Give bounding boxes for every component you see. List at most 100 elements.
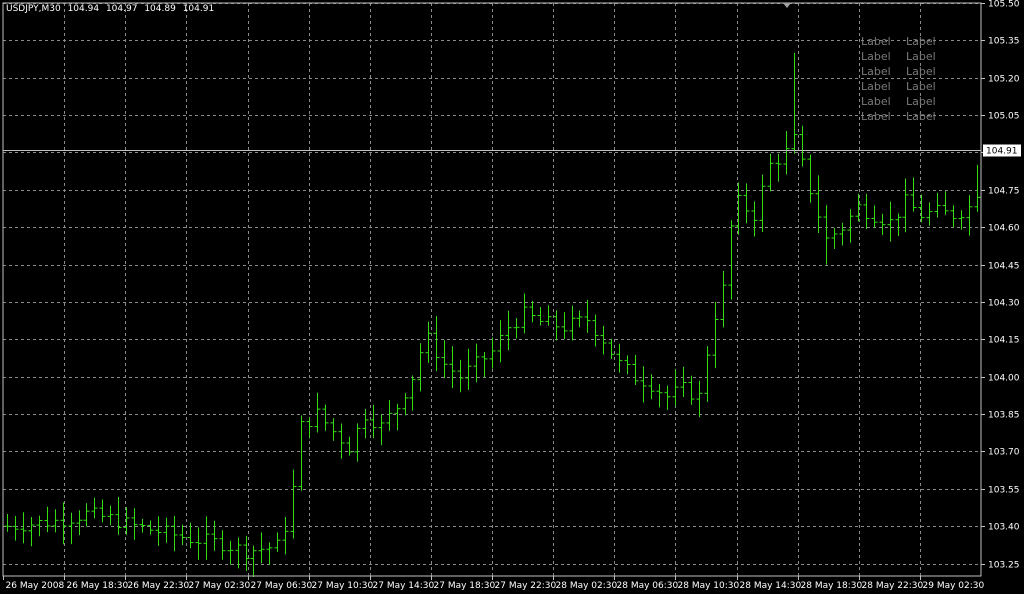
ohlc-bar: [839, 222, 846, 246]
ohlc-bar: [298, 415, 305, 491]
ohlc-bar: [831, 227, 838, 249]
ohlc-bar: [465, 348, 472, 390]
ohlc-bar: [561, 312, 568, 340]
ohlc-bar: [473, 343, 480, 383]
ohlc-bar: [417, 343, 424, 392]
ohlc-bar: [521, 293, 528, 334]
price-tick-label: 103.70: [988, 448, 1020, 458]
price-tick-label: 105.50: [988, 0, 1020, 10]
ohlc-bar: [815, 175, 822, 233]
ohlc-bar: [847, 209, 854, 243]
price-tick-label: 104.75: [988, 187, 1020, 197]
ohlc-bar: [139, 518, 146, 533]
ohlc-bar: [720, 270, 727, 328]
label-text: Label: [906, 65, 936, 78]
ohlc-bar: [902, 178, 909, 233]
ohlc-bar: [187, 522, 194, 549]
ohlc-bar: [306, 417, 313, 439]
ohlc-bar: [974, 164, 981, 212]
ohlc-bar: [799, 125, 806, 167]
ohlc-bar: [807, 154, 814, 203]
ohlc-bar: [481, 352, 488, 378]
chart-shift-marker[interactable]: [783, 3, 791, 8]
ohlc-bar: [394, 403, 401, 431]
ohlc-bar: [227, 540, 234, 565]
open-value: 104.94: [67, 4, 100, 14]
time-tick-label: 27 May 22:30: [495, 581, 557, 591]
price-tick-label: 105.20: [988, 75, 1020, 85]
ohlc-bar: [386, 400, 393, 431]
ohlc-bar: [99, 499, 106, 523]
ohlc-bar: [489, 337, 496, 369]
ohlc-bar: [12, 515, 19, 541]
ohlc-bar: [640, 366, 647, 403]
ohlc-bar: [449, 346, 456, 389]
label-text: Label: [861, 35, 891, 48]
ohlc-bar: [258, 532, 265, 564]
time-tick-label: 29 May 02:30: [923, 581, 985, 591]
ohlc-bar: [107, 505, 114, 526]
ohlc-bar: [823, 205, 830, 265]
ohlc-bar: [759, 174, 766, 233]
ohlc-bar: [712, 302, 719, 369]
ohlc-bar: [656, 384, 663, 408]
ohlc-bar: [290, 469, 297, 539]
ohlc-bar: [910, 177, 917, 212]
time-tick-label: 28 May 06:30: [617, 581, 679, 591]
ohlc-bar: [179, 524, 186, 546]
ohlc-bar: [274, 532, 281, 552]
time-tick-label: 28 May 14:30: [740, 581, 802, 591]
ohlc-bar: [83, 503, 90, 527]
symbol-info: USDJPY,M30 104.94 104.97 104.89 104.91: [6, 4, 218, 14]
ohlc-bar: [282, 517, 289, 555]
ohlc-bar: [887, 201, 894, 242]
ohlc-bar: [266, 542, 273, 565]
ohlc-bar: [553, 310, 560, 341]
label-text: Label: [906, 80, 936, 93]
ohlc-bar: [425, 321, 432, 363]
ohlc-bar: [433, 316, 440, 372]
high-value: 104.97: [105, 4, 138, 14]
ohlc-bar: [115, 497, 122, 535]
ohlc-bar: [950, 205, 957, 228]
close-value: 104.91: [182, 4, 215, 14]
ohlc-bar: [624, 355, 631, 375]
price-tick-label: 103.40: [988, 523, 1020, 533]
time-tick-label: 27 May 14:30: [373, 581, 435, 591]
ohlc-bar: [529, 300, 536, 323]
label-row: Label Label: [861, 35, 936, 50]
ohlc-bar: [592, 314, 599, 347]
time-tick-label: 28 May 10:30: [678, 581, 740, 591]
ohlc-bar: [441, 340, 448, 379]
label-text: Label: [861, 95, 891, 108]
label-row: Label Label: [861, 95, 936, 110]
ohlc-bar: [505, 310, 512, 351]
time-tick-label: 27 May 10:30: [312, 581, 374, 591]
ohlc-bar: [338, 423, 345, 459]
label-row: Label Label: [861, 110, 936, 125]
label-text: Label: [906, 50, 936, 63]
ohlc-bar: [632, 354, 639, 386]
ohlc-bar: [250, 545, 257, 577]
label-row: Label Label: [861, 80, 936, 95]
price-chart[interactable]: 105.50105.35105.20105.05104.90104.75104.…: [0, 0, 1024, 594]
price-tick-label: 105.35: [988, 37, 1020, 47]
price-tick-label: 104.30: [988, 299, 1020, 309]
ohlc-bar: [76, 510, 83, 536]
ohlc-bar: [545, 305, 552, 326]
ohlc-bar: [378, 414, 385, 446]
ohlc-bar: [203, 516, 210, 560]
price-tick-label: 104.00: [988, 374, 1020, 384]
label-text: Label: [906, 35, 936, 48]
ohlc-bar: [871, 205, 878, 228]
ohlc-bar: [934, 192, 941, 218]
time-tick-label: 28 May 02:30: [556, 581, 618, 591]
label-overlay: Label Label Label Label Label Label Label La…: [861, 35, 936, 125]
price-tick-label: 105.05: [988, 112, 1020, 122]
time-tick-label: 28 May 18:30: [801, 581, 863, 591]
ohlc-bar: [537, 307, 544, 326]
ohlc-bar: [163, 517, 170, 543]
ohlc-bar: [879, 213, 886, 235]
ohlc-bar: [314, 392, 321, 433]
symbol-label: USDJPY,M30: [6, 4, 61, 14]
